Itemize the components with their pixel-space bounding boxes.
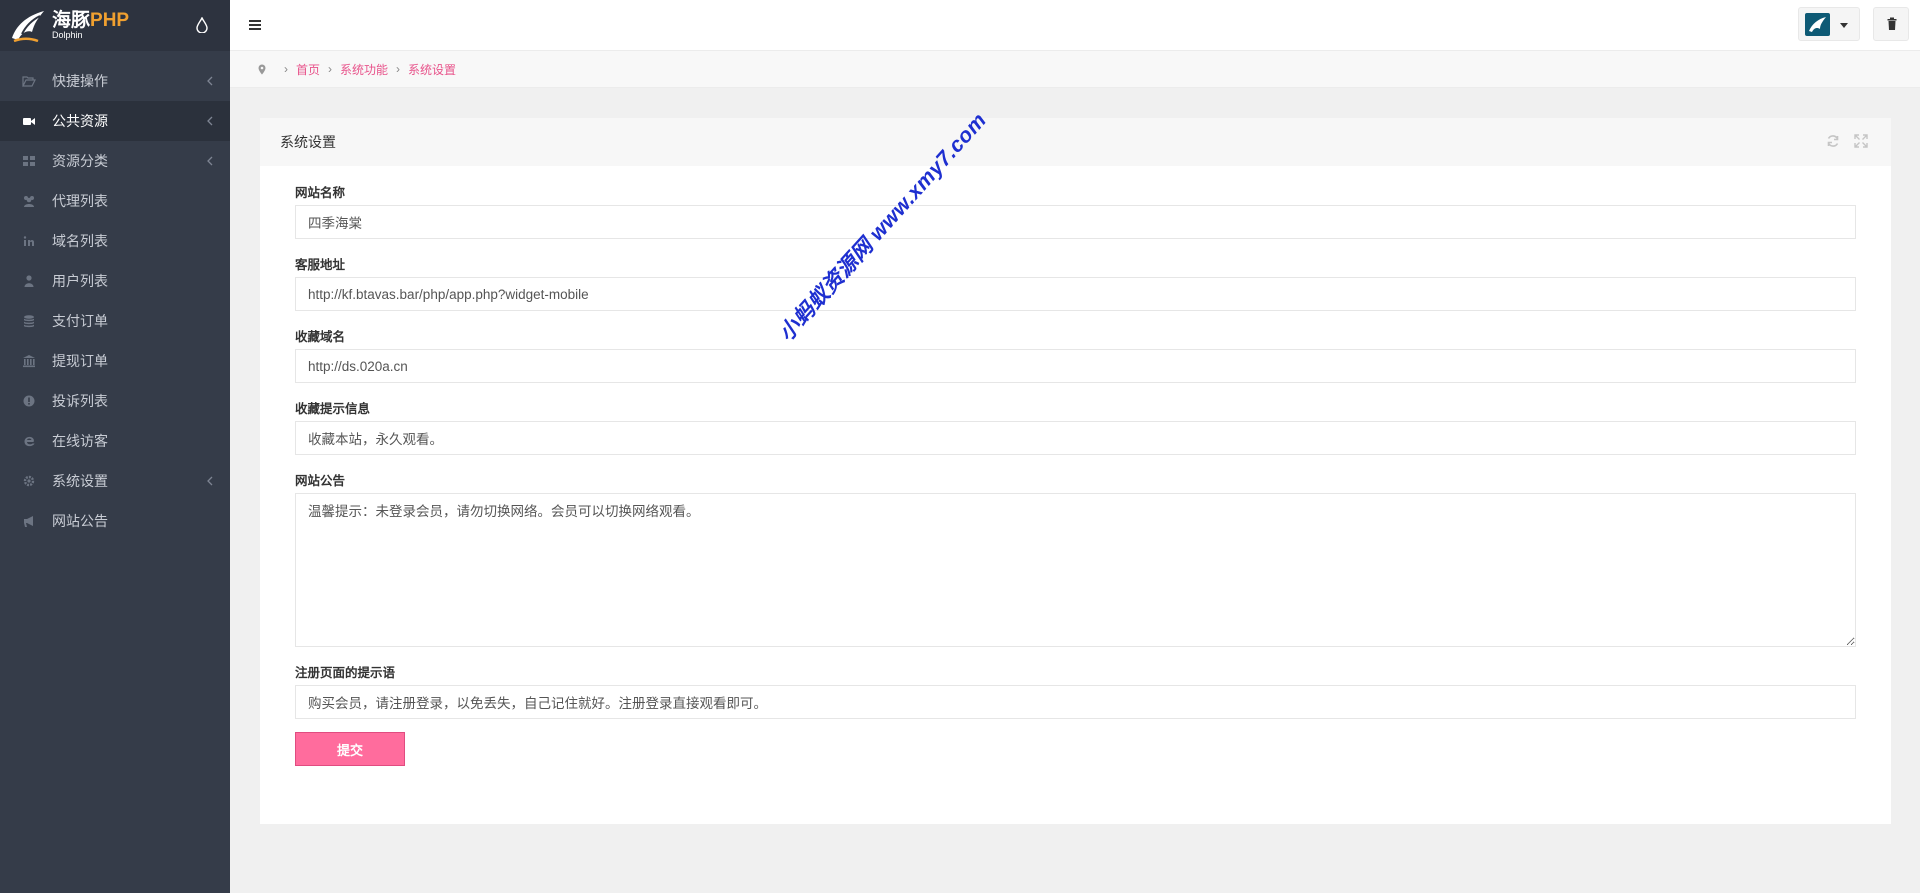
site-name-input[interactable] — [295, 205, 1856, 239]
gear-icon — [23, 475, 35, 487]
bank-icon — [23, 355, 35, 368]
users-icon — [24, 196, 34, 207]
breadcrumb-separator: › — [284, 62, 288, 76]
favorite-tip-label: 收藏提示信息 — [295, 402, 371, 416]
register-tip-group: 注册页面的提示语 — [295, 660, 1856, 719]
panel-tools — [1825, 133, 1869, 149]
database-icon — [24, 315, 34, 328]
sidebar-item-system-settings[interactable]: 系统设置 — [0, 461, 230, 501]
register-tip-input[interactable] — [295, 685, 1856, 719]
caret-down-icon — [1840, 23, 1848, 28]
sidebar-item-complaints[interactable]: 投诉列表 — [0, 381, 230, 421]
hamburger-menu-icon[interactable] — [248, 18, 262, 32]
favorite-tip-group: 收藏提示信息 — [295, 396, 1856, 455]
chevron-left-icon — [207, 476, 213, 486]
sidebar-item-label: 网站公告 — [52, 513, 108, 529]
breadcrumb-separator: › — [396, 62, 401, 76]
sidebar-item-agents[interactable]: 代理列表 — [0, 181, 230, 221]
sidebar-item-label: 用户列表 — [52, 273, 108, 289]
favorite-domain-label: 收藏域名 — [295, 330, 346, 344]
sidebar-item-resource-categories[interactable]: 资源分类 — [0, 141, 230, 181]
sidebar-item-payment-orders[interactable]: 支付订单 — [0, 301, 230, 341]
sidebar-menu: 快捷操作 公共资源 资源分类 代理列表 域名列表 用户列表 支付订单 提现订单 … — [0, 61, 230, 541]
sidebar-item-label: 系统设置 — [52, 473, 108, 489]
sidebar-item-label: 快捷操作 — [52, 73, 108, 89]
panel-title: 系统设置 — [280, 134, 336, 150]
brand[interactable]: 海豚PHP Dolphin — [0, 0, 230, 51]
breadcrumb-home[interactable]: 首页 — [296, 61, 320, 78]
trash-icon — [1887, 17, 1897, 30]
site-name-group: 网站名称 — [295, 180, 1856, 239]
folder-open-icon — [22, 76, 36, 87]
notice-textarea[interactable]: 温馨提示：未登录会员，请勿切换网络。会员可以切换网络观看。 — [295, 493, 1856, 647]
chevron-left-icon — [207, 156, 213, 166]
chevron-left-icon — [207, 76, 213, 86]
settings-form: 网站名称 客服地址 收藏域名 收藏提示信息 网站公告 温馨提示：未登录会员，请勿… — [260, 166, 1891, 766]
sidebar-item-withdraw-orders[interactable]: 提现订单 — [0, 341, 230, 381]
dolphin-avatar-icon — [1809, 17, 1826, 32]
sidebar: 海豚PHP Dolphin 快捷操作 公共资源 资源分类 代理列表 域名列表 用… — [0, 0, 230, 893]
theme-drop-icon[interactable] — [196, 17, 208, 33]
avatar — [1805, 13, 1830, 36]
sidebar-item-users[interactable]: 用户列表 — [0, 261, 230, 301]
exclamation-circle-icon — [23, 395, 35, 407]
sidebar-item-site-notice[interactable]: 网站公告 — [0, 501, 230, 541]
sidebar-item-public-resources[interactable]: 公共资源 — [0, 101, 230, 141]
sidebar-item-label: 提现订单 — [52, 353, 108, 369]
service-url-label: 客服地址 — [295, 258, 346, 272]
brand-text: 海豚PHP Dolphin — [52, 11, 129, 40]
service-url-group: 客服地址 — [295, 252, 1856, 311]
sidebar-item-label: 公共资源 — [52, 113, 108, 129]
map-marker-icon — [258, 64, 266, 74]
dolphin-logo-icon — [12, 10, 44, 42]
video-camera-icon — [23, 118, 35, 125]
sidebar-item-label: 域名列表 — [52, 233, 108, 249]
refresh-icon[interactable] — [1825, 133, 1841, 149]
user-icon — [24, 275, 34, 287]
sidebar-item-label: 资源分类 — [52, 153, 108, 169]
fullscreen-icon[interactable] — [1853, 133, 1869, 149]
breadcrumb: › 首页 › 系统功能 › 系统设置 — [230, 51, 1920, 88]
submit-button[interactable]: 提交 — [295, 732, 405, 766]
sidebar-item-label: 支付订单 — [52, 313, 108, 329]
bullhorn-icon — [24, 516, 33, 527]
panel-header: 系统设置 — [260, 118, 1891, 166]
ie-icon — [24, 436, 35, 447]
clear-cache-button[interactable] — [1873, 7, 1909, 41]
sidebar-item-quick-actions[interactable]: 快捷操作 — [0, 61, 230, 101]
sidebar-item-label: 在线访客 — [52, 433, 108, 449]
brand-subtitle: Dolphin — [52, 30, 83, 40]
site-name-label: 网站名称 — [295, 186, 346, 200]
notice-group: 网站公告 温馨提示：未登录会员，请勿切换网络。会员可以切换网络观看。 — [295, 468, 1856, 647]
top-header — [230, 0, 1920, 51]
settings-panel: 系统设置 网站名称 客服地址 收藏域名 收藏提示信息 — [260, 118, 1891, 824]
brand-name: 海豚PHP — [52, 10, 130, 31]
sidebar-item-label: 投诉列表 — [52, 393, 108, 409]
sidebar-item-domains[interactable]: 域名列表 — [0, 221, 230, 261]
sidebar-item-online-visitors[interactable]: 在线访客 — [0, 421, 230, 461]
linkedin-icon — [23, 236, 34, 246]
breadcrumb-separator: › — [328, 62, 333, 76]
user-menu-button[interactable] — [1798, 7, 1860, 41]
notice-label: 网站公告 — [295, 474, 346, 488]
favorite-domain-input[interactable] — [295, 349, 1856, 383]
chevron-left-icon — [207, 116, 213, 126]
register-tip-label: 注册页面的提示语 — [295, 666, 396, 680]
sidebar-item-label: 代理列表 — [52, 193, 108, 209]
service-url-input[interactable] — [295, 277, 1856, 311]
favorite-domain-group: 收藏域名 — [295, 324, 1856, 383]
favorite-tip-input[interactable] — [295, 421, 1856, 455]
breadcrumb-system-functions[interactable]: 系统功能 — [340, 61, 388, 78]
grid-icon — [23, 156, 35, 166]
breadcrumb-system-settings[interactable]: 系统设置 — [408, 61, 456, 78]
